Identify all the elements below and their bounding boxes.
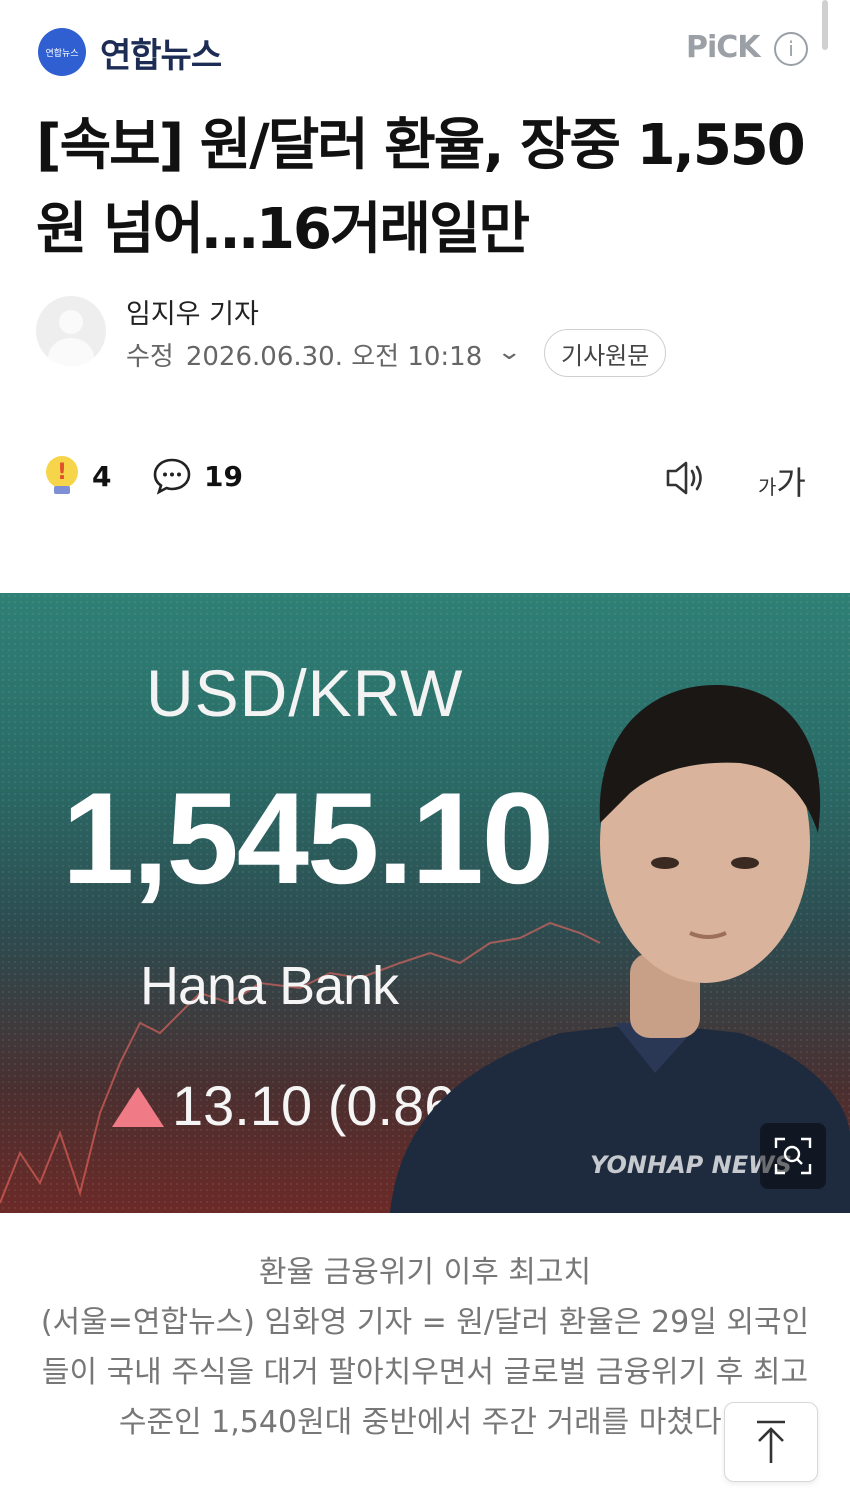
caption-body: (서울=연합뉴스) 임화영 기자 = 원/달러 환율은 29일 외국인들이 국내… [40, 1305, 810, 1440]
person-figure [390, 684, 850, 1213]
comment-button[interactable]: 19 [152, 456, 243, 496]
lightbulb-icon: ! [44, 456, 80, 496]
info-icon[interactable]: i [774, 32, 808, 66]
reaction-count: 4 [92, 459, 112, 493]
photo-caption: 환율 금융위기 이후 최고치 (서울=연합뉴스) 임화영 기자 = 원/달러 환… [40, 1248, 810, 1448]
zoom-icon[interactable] [760, 1123, 826, 1189]
font-size-big: 가 [776, 464, 806, 502]
article-dateline[interactable]: 수정 2026.06.30. 오전 10:18 [126, 336, 482, 373]
article-headline: [속보] 원/달러 환율, 장중 1,550원 넘어…16거래일만 [36, 113, 806, 262]
chevron-down-icon[interactable]: ⌄ [496, 340, 522, 365]
pick-label: PiCK [686, 30, 761, 65]
scrollbar[interactable] [822, 0, 828, 50]
author-avatar[interactable] [36, 296, 106, 366]
caption-title: 환율 금융위기 이후 최고치 [258, 1255, 592, 1290]
press-header: 연합뉴스 연합뉴스 PiCK i [0, 0, 850, 100]
original-article-button[interactable]: 기사원문 [544, 329, 667, 377]
font-size-button[interactable]: 가가 [758, 458, 806, 504]
article-photo[interactable]: USD/KRW 1,545.10 Hana Bank 13.10 (0.86%)… [0, 593, 850, 1213]
speaker-icon[interactable] [664, 458, 710, 502]
date-label: 수정 [126, 342, 174, 372]
arrow-up-icon [757, 1420, 785, 1463]
article-datetime: 2026.06.30. 오전 10:18 [185, 342, 483, 372]
reaction-button[interactable]: ! 4 [44, 456, 111, 496]
font-size-small: 가 [758, 475, 777, 499]
comment-count: 19 [204, 459, 243, 493]
scroll-top-button[interactable] [724, 1402, 818, 1482]
comment-icon [153, 458, 191, 495]
press-logo[interactable]: 연합뉴스 [38, 28, 86, 76]
press-name[interactable]: 연합뉴스 [100, 28, 222, 77]
author-name[interactable]: 임지우 기자 [126, 292, 259, 331]
